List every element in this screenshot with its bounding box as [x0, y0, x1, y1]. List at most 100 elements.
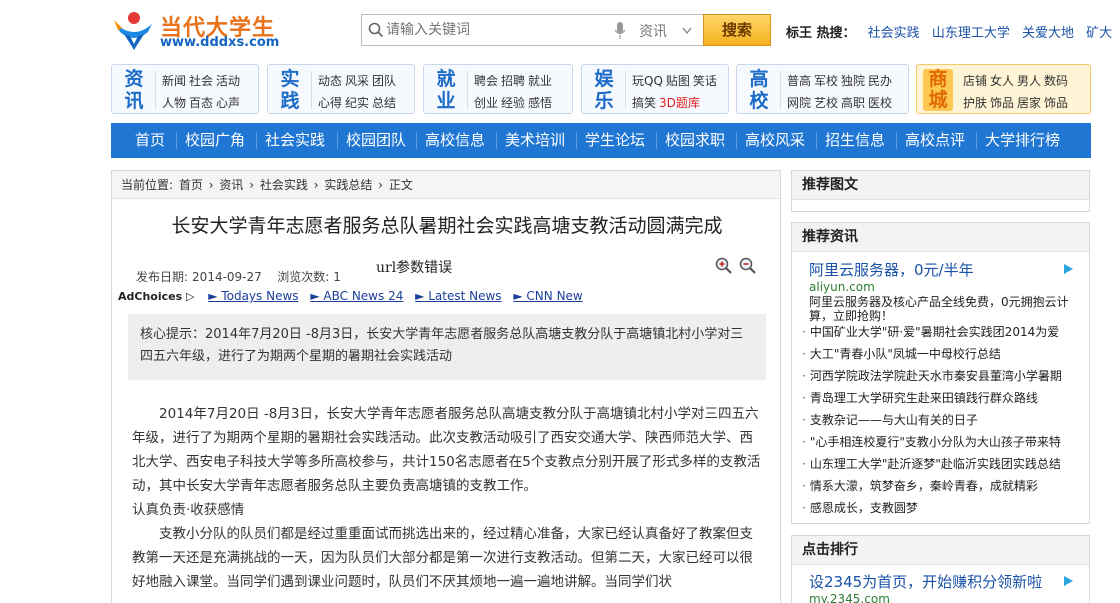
category-link[interactable]: 玩QQ: [632, 74, 663, 88]
zoom-out-icon[interactable]: [739, 257, 757, 275]
category-shop-title[interactable]: 商城: [923, 69, 953, 111]
category-link[interactable]: 感悟: [528, 96, 552, 110]
hot-link-2[interactable]: 山东理工大学: [932, 26, 1010, 41]
news-item[interactable]: 支教杂记——与大山有关的日子: [802, 409, 1087, 431]
category-link[interactable]: 独院: [841, 74, 865, 88]
nav-college-review[interactable]: 高校点评: [905, 123, 965, 158]
category-link[interactable]: 笑话: [693, 74, 717, 88]
click-rank-box: 点击排行 设2345为首页，开始赚积分领新啦 my.2345.com: [791, 535, 1090, 603]
breadcrumb-item[interactable]: 实践总结: [324, 178, 372, 192]
ad-link[interactable]: ► CNN New: [513, 289, 582, 303]
news-item[interactable]: 感恩成长，支教圆梦: [802, 497, 1087, 519]
category-link[interactable]: 新闻: [162, 74, 186, 88]
adchoices-label[interactable]: AdChoices ▷: [118, 290, 194, 303]
category-link[interactable]: 饰品: [990, 96, 1014, 110]
chevron-down-icon[interactable]: [682, 27, 692, 35]
breadcrumb-item[interactable]: 资讯: [219, 178, 243, 192]
category-link[interactable]: 经验: [501, 96, 525, 110]
news-item[interactable]: 情系大濛，筑梦奋乡，秦岭青春，成就精彩: [802, 475, 1087, 497]
ad-title-link[interactable]: 设2345为首页，开始赚积分领新啦: [809, 571, 1042, 592]
ad-description[interactable]: 阿里云服务器及核心产品全线免费，0元拥抱云计算，立即抢购！: [809, 295, 1079, 323]
category-link[interactable]: 艺校: [814, 96, 838, 110]
category-link[interactable]: 饰品: [1044, 96, 1068, 110]
ad-link[interactable]: ► Todays News: [208, 289, 298, 303]
category-link[interactable]: 团队: [372, 74, 396, 88]
nav-art-training[interactable]: 美术培训: [505, 123, 565, 158]
nav-college-info[interactable]: 高校信息: [425, 123, 485, 158]
ad-title-link[interactable]: 阿里云服务器，0元/半年: [809, 259, 974, 280]
news-item[interactable]: 中国矿业大学"研·爱"暑期社会实践团2014为爱: [802, 321, 1087, 343]
category-link[interactable]: 社会: [189, 74, 213, 88]
category-link[interactable]: 招聘: [501, 74, 525, 88]
category-link[interactable]: 搞笑: [632, 96, 656, 110]
nav-college-style[interactable]: 高校风采: [745, 123, 805, 158]
search-input[interactable]: [386, 19, 601, 41]
category-link[interactable]: 活动: [216, 74, 240, 88]
breadcrumb-item[interactable]: 社会实践: [260, 178, 308, 192]
nav-ranking[interactable]: 大学排行榜: [985, 123, 1060, 158]
category-bar: 资讯 新闻 社会 活动 人物 百态 心声 实践 动态 风采 团队 心得 纪实 总结 就业 聘会招…: [111, 64, 1091, 114]
category-link[interactable]: 居家: [1017, 96, 1041, 110]
category-practice-title[interactable]: 实践: [276, 68, 304, 112]
nav-social-practice[interactable]: 社会实践: [265, 123, 325, 158]
category-link[interactable]: 风采: [345, 74, 369, 88]
nav-forum[interactable]: 学生论坛: [585, 123, 645, 158]
search-icon: [368, 22, 384, 38]
category-link[interactable]: 3D题库: [659, 96, 700, 110]
category-employment-title[interactable]: 就业: [432, 68, 460, 112]
ad-url[interactable]: aliyun.com: [809, 280, 875, 294]
search-scope-select[interactable]: 资讯: [639, 21, 667, 41]
zoom-in-icon[interactable]: [715, 257, 733, 275]
nav-campus-team[interactable]: 校园团队: [346, 123, 406, 158]
category-link[interactable]: 就业: [528, 74, 552, 88]
nav-jobs[interactable]: 校园求职: [665, 123, 725, 158]
category-link[interactable]: 贴图: [666, 74, 690, 88]
news-item[interactable]: 河西学院政法学院赴天水市秦安县董湾小学暑期: [802, 365, 1087, 387]
category-link[interactable]: 聘会: [474, 74, 498, 88]
category-link[interactable]: 总结: [372, 96, 396, 110]
category-shop: 商城 店铺 女人 男人 数码 护肤 饰品 居家 饰品: [916, 64, 1091, 114]
adchoices-icon[interactable]: [1062, 575, 1074, 587]
microphone-icon[interactable]: [614, 22, 626, 40]
category-link[interactable]: 动态: [318, 74, 342, 88]
category-link[interactable]: 女人: [990, 74, 1014, 88]
category-link[interactable]: 网院: [787, 96, 811, 110]
news-item[interactable]: "心手相连校夏行"支教小分队为大山孩子带来特: [802, 431, 1087, 453]
category-link[interactable]: 军校: [814, 74, 838, 88]
nav-admissions[interactable]: 招生信息: [825, 123, 885, 158]
category-link[interactable]: 创业: [474, 96, 498, 110]
category-entertainment: 娱乐 玩QQ 贴图 笑话 搞笑 3D题库: [581, 64, 729, 114]
category-link[interactable]: 普高: [787, 74, 811, 88]
ad-url[interactable]: my.2345.com: [809, 592, 890, 603]
category-link[interactable]: 医校: [868, 96, 892, 110]
search-box: 资讯 搜索: [361, 14, 771, 46]
ad-link[interactable]: ► Latest News: [415, 289, 501, 303]
ad-link[interactable]: ► ABC News 24: [310, 289, 403, 303]
nav-campus[interactable]: 校园广角: [185, 123, 245, 158]
news-item[interactable]: 大工"青春小队"凤城一中母校行总结: [802, 343, 1087, 365]
category-link[interactable]: 高职: [841, 96, 865, 110]
breadcrumb-item[interactable]: 首页: [179, 178, 203, 192]
category-link[interactable]: 护肤: [963, 96, 987, 110]
category-link[interactable]: 百态: [189, 96, 213, 110]
hot-link-3[interactable]: 关爱大地: [1022, 26, 1074, 41]
category-entertainment-title[interactable]: 娱乐: [590, 68, 618, 112]
search-button[interactable]: 搜索: [703, 14, 771, 46]
category-link[interactable]: 民办: [868, 74, 892, 88]
category-colleges-title[interactable]: 高校: [745, 68, 773, 112]
news-item[interactable]: 山东理工大学"赴沂逐梦"赴临沂实践团实践总结: [802, 453, 1087, 475]
category-news-title[interactable]: 资讯: [120, 68, 148, 112]
category-link[interactable]: 纪实: [345, 96, 369, 110]
nav-home[interactable]: 首页: [135, 123, 165, 158]
category-link[interactable]: 人物: [162, 96, 186, 110]
adchoices-icon[interactable]: [1062, 263, 1074, 275]
hot-link-1[interactable]: 社会实践: [868, 26, 920, 41]
news-item[interactable]: 青岛理工大学研究生赴来田镇践行群众路线: [802, 387, 1087, 409]
category-link[interactable]: 男人: [1017, 74, 1041, 88]
category-link[interactable]: 心声: [216, 96, 240, 110]
category-link[interactable]: 店铺: [963, 74, 987, 88]
site-logo[interactable]: 当代大学生 www.dddxs.com: [112, 8, 292, 54]
hot-link-4[interactable]: 矿大: [1086, 26, 1112, 41]
category-link[interactable]: 数码: [1044, 74, 1068, 88]
category-link[interactable]: 心得: [318, 96, 342, 110]
